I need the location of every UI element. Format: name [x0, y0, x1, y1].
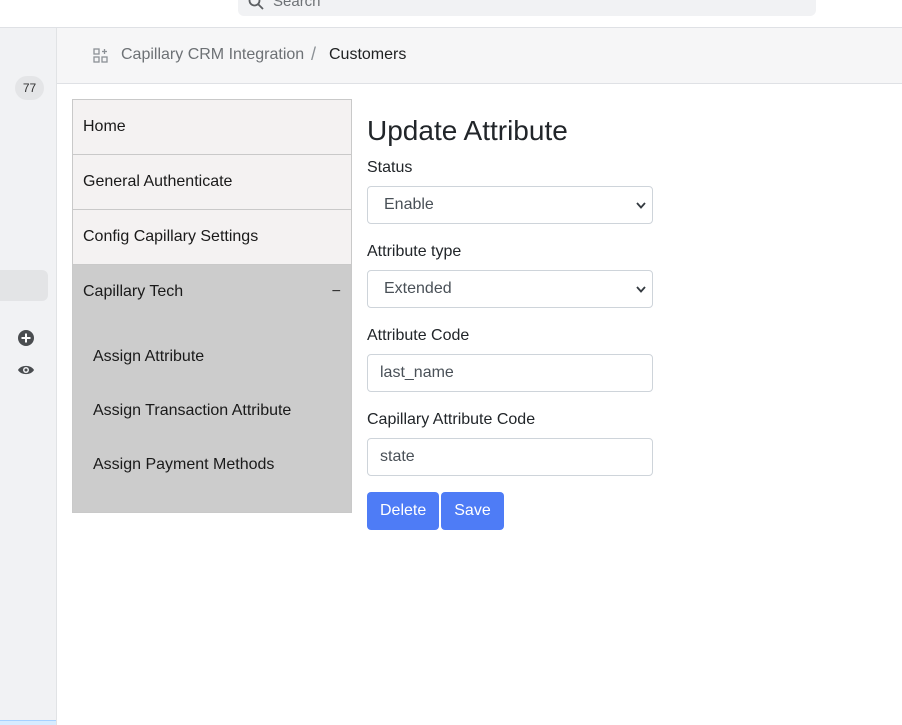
menu-item-home[interactable]: Home — [73, 100, 351, 155]
capillary-attribute-code-input[interactable]: state — [367, 438, 653, 476]
eye-icon[interactable] — [17, 361, 35, 379]
attribute-code-input[interactable]: last_name — [367, 354, 653, 392]
capillary-attribute-code-value: state — [380, 448, 415, 465]
submenu-item-assign-attribute[interactable]: Assign Attribute — [73, 330, 351, 384]
status-select[interactable]: Enable — [367, 186, 653, 224]
side-menu: Home General Authenticate Config Capilla… — [72, 99, 352, 513]
breadcrumb-current: Customers — [329, 46, 407, 63]
rail-bottom-strip — [0, 720, 56, 725]
submenu: Assign Attribute Assign Transaction Attr… — [73, 321, 351, 512]
submenu-item-assign-payment-methods[interactable]: Assign Payment Methods — [73, 438, 351, 492]
status-label: Status — [367, 159, 413, 176]
menu-item-capillary-tech[interactable]: Capillary Tech − — [73, 265, 351, 321]
left-rail: 77 — [0, 28, 57, 725]
status-value: Enable — [384, 196, 434, 213]
attribute-code-label: Attribute Code — [367, 327, 470, 344]
plus-circle-icon[interactable] — [17, 329, 35, 347]
count-badge: 77 — [15, 76, 44, 100]
save-button[interactable]: Save — [441, 492, 504, 530]
breadcrumb-separator: / — [311, 44, 317, 64]
form-actions: Delete Save — [367, 492, 667, 530]
rail-active-item[interactable] — [0, 270, 48, 301]
search-icon — [248, 0, 264, 10]
app-icon — [93, 48, 108, 63]
attribute-type-value: Extended — [384, 280, 452, 297]
page-title: Update Attribute — [367, 115, 568, 146]
top-bar: Search — [0, 0, 902, 28]
breadcrumb: Capillary CRM Integration / Customers — [57, 28, 902, 84]
attribute-type-label: Attribute type — [367, 243, 462, 260]
search-placeholder: Search — [273, 0, 321, 10]
menu-item-general-authenticate[interactable]: General Authenticate — [73, 155, 351, 210]
update-attribute-form: Update Attribute Status Enable Attribute… — [367, 114, 667, 530]
collapse-icon[interactable]: − — [332, 265, 341, 319]
search-box[interactable]: Search — [238, 0, 816, 16]
chevron-down-icon — [636, 286, 646, 293]
attribute-code-value: last_name — [380, 364, 454, 381]
delete-button[interactable]: Delete — [367, 492, 440, 530]
menu-item-label: Capillary Tech — [83, 283, 184, 300]
breadcrumb-app[interactable]: Capillary CRM Integration — [121, 46, 304, 64]
submenu-item-assign-transaction-attribute[interactable]: Assign Transaction Attribute — [73, 384, 351, 438]
chevron-down-icon — [636, 202, 646, 209]
capillary-attribute-code-label: Capillary Attribute Code — [367, 411, 536, 428]
attribute-type-select[interactable]: Extended — [367, 270, 653, 308]
menu-item-config-capillary-settings[interactable]: Config Capillary Settings — [73, 210, 351, 265]
